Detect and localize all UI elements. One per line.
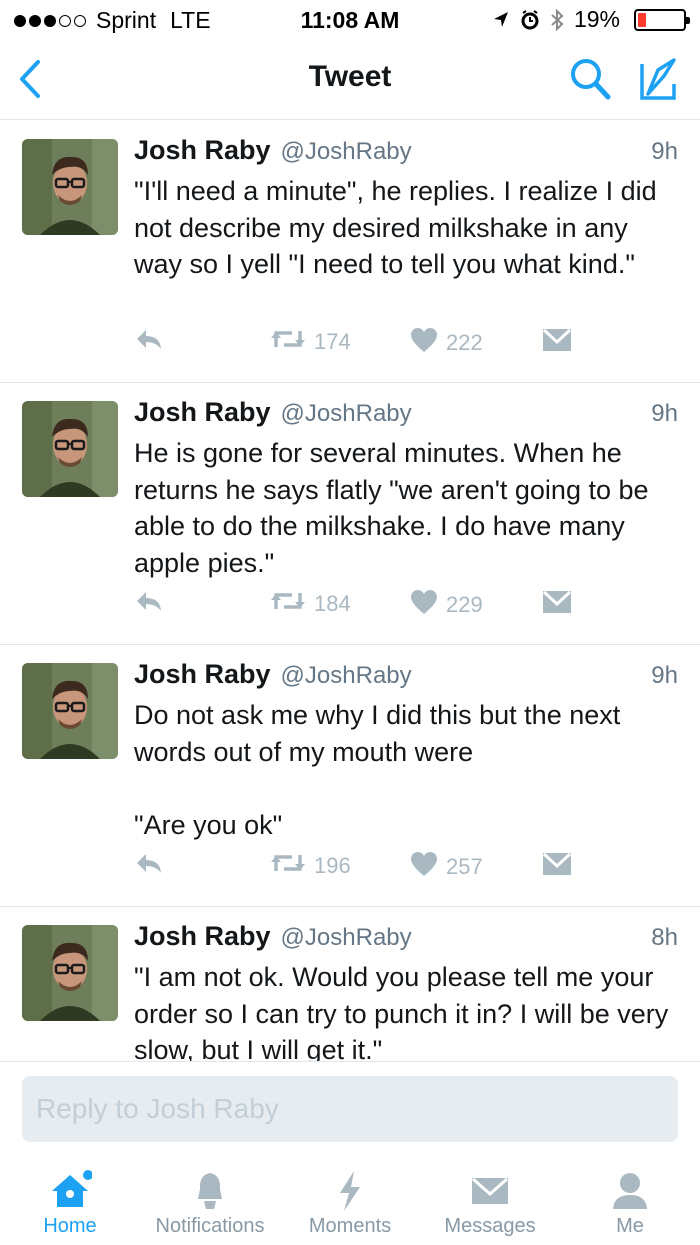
search-icon[interactable] [568,56,612,102]
battery-percent: 19% [573,6,620,32]
envelope-icon [468,1169,512,1213]
tweet-time: 9h [651,138,678,165]
display-name[interactable]: Josh Raby [134,659,271,690]
retweet-icon [270,327,306,357]
location-arrow-icon [493,11,508,27]
lightning-icon [328,1169,372,1213]
retweet-count: 196 [314,853,351,878]
like-button[interactable]: 229 [410,589,483,621]
direct-message-button[interactable] [542,589,572,621]
like-count: 229 [446,592,483,617]
tweet[interactable]: Josh Raby @JoshRaby 9h "I'll need a minute"… [0,121,700,383]
retweet-count: 184 [314,591,351,616]
user-handle[interactable]: @JoshRaby [281,662,412,690]
like-button[interactable]: 222 [410,327,483,359]
reply-button[interactable] [134,589,164,619]
tweet-actions: 184 229 [134,589,594,623]
person-icon [608,1169,652,1213]
reply-icon [134,589,164,619]
heart-icon [410,327,438,359]
reply-icon [134,327,164,357]
bluetooth-icon [551,8,564,31]
envelope-icon [542,327,572,359]
tweet-time: 9h [651,400,678,427]
tweet-header: Josh Raby @JoshRaby 9h [134,397,678,431]
tweet-thread: Josh Raby @JoshRaby 9h "I'll need a minute"… [0,121,700,1061]
like-count: 257 [446,854,483,879]
tweet[interactable]: Josh Raby @JoshRaby 9h He is gone for sever… [0,383,700,645]
tweet-actions: 196 257 [134,851,594,885]
retweet-icon [270,851,306,881]
like-button[interactable]: 257 [410,851,483,883]
heart-icon [410,851,438,883]
user-handle[interactable]: @JoshRaby [281,138,412,166]
like-count: 222 [446,330,483,355]
tab-messages[interactable]: Messages [420,1157,560,1245]
bell-icon [188,1169,232,1213]
tab-label: Moments [308,1215,392,1237]
tweet[interactable]: Josh Raby @JoshRaby 9h Do not ask me why I … [0,645,700,907]
avatar[interactable] [22,139,118,235]
tab-label: Notifications [155,1215,265,1237]
tab-label: Messages [444,1215,536,1237]
tab-me[interactable]: Me [560,1157,700,1245]
envelope-icon [542,851,572,883]
tab-moments[interactable]: Moments [280,1157,420,1245]
retweet-icon [270,589,306,619]
retweet-button[interactable]: 184 [270,589,351,619]
reply-button[interactable] [134,851,164,881]
tweet-header: Josh Raby @JoshRaby 9h [134,659,678,693]
direct-message-button[interactable] [542,851,572,883]
tweet[interactable]: Josh Raby @JoshRaby 8h "I am not ok. Would … [0,907,700,1061]
tweet-text: Do not ask me why I did this but the nex… [134,700,621,840]
tab-bar: Home Notifications Moments Messages Me [0,1157,700,1245]
tweet-text: "I'll need a minute", he replies. I real… [134,176,657,279]
heart-icon [410,589,438,621]
user-handle[interactable]: @JoshRaby [281,924,412,952]
avatar[interactable] [22,663,118,759]
retweet-button[interactable]: 174 [270,327,351,357]
tweet-text: He is gone for several minutes. When he … [134,438,649,578]
battery-icon [634,8,690,31]
avatar[interactable] [22,401,118,497]
home-icon [48,1169,93,1213]
compose-icon[interactable] [634,54,684,104]
display-name[interactable]: Josh Raby [134,135,271,166]
tab-home[interactable]: Home [0,1157,140,1245]
nav-bar: Tweet [0,40,700,120]
tweet-text: "I am not ok. Would you please tell me y… [134,962,669,1061]
tweet-time: 9h [651,662,678,689]
display-name[interactable]: Josh Raby [134,921,271,952]
retweet-button[interactable]: 196 [270,851,351,881]
tweet-header: Josh Raby @JoshRaby 8h [134,921,678,955]
reply-button[interactable] [134,327,164,357]
tab-label: Me [616,1215,644,1237]
reply-input[interactable] [22,1076,678,1142]
retweet-count: 174 [314,329,351,354]
tab-notifications[interactable]: Notifications [140,1157,280,1245]
tweet-actions: 174 222 [134,327,594,361]
tweet-time: 8h [651,924,678,951]
reply-bar [0,1061,700,1156]
alarm-clock-icon [521,9,539,29]
avatar[interactable] [22,925,118,1021]
status-bar: Sprint LTE 11:08 AM 19% [0,0,700,40]
envelope-icon [542,589,572,621]
user-handle[interactable]: @JoshRaby [281,400,412,428]
status-bar-right: 19% [492,6,690,33]
tab-label: Home [43,1215,97,1237]
direct-message-button[interactable] [542,327,572,359]
display-name[interactable]: Josh Raby [134,397,271,428]
tweet-header: Josh Raby @JoshRaby 9h [134,135,678,169]
reply-icon [134,851,164,881]
